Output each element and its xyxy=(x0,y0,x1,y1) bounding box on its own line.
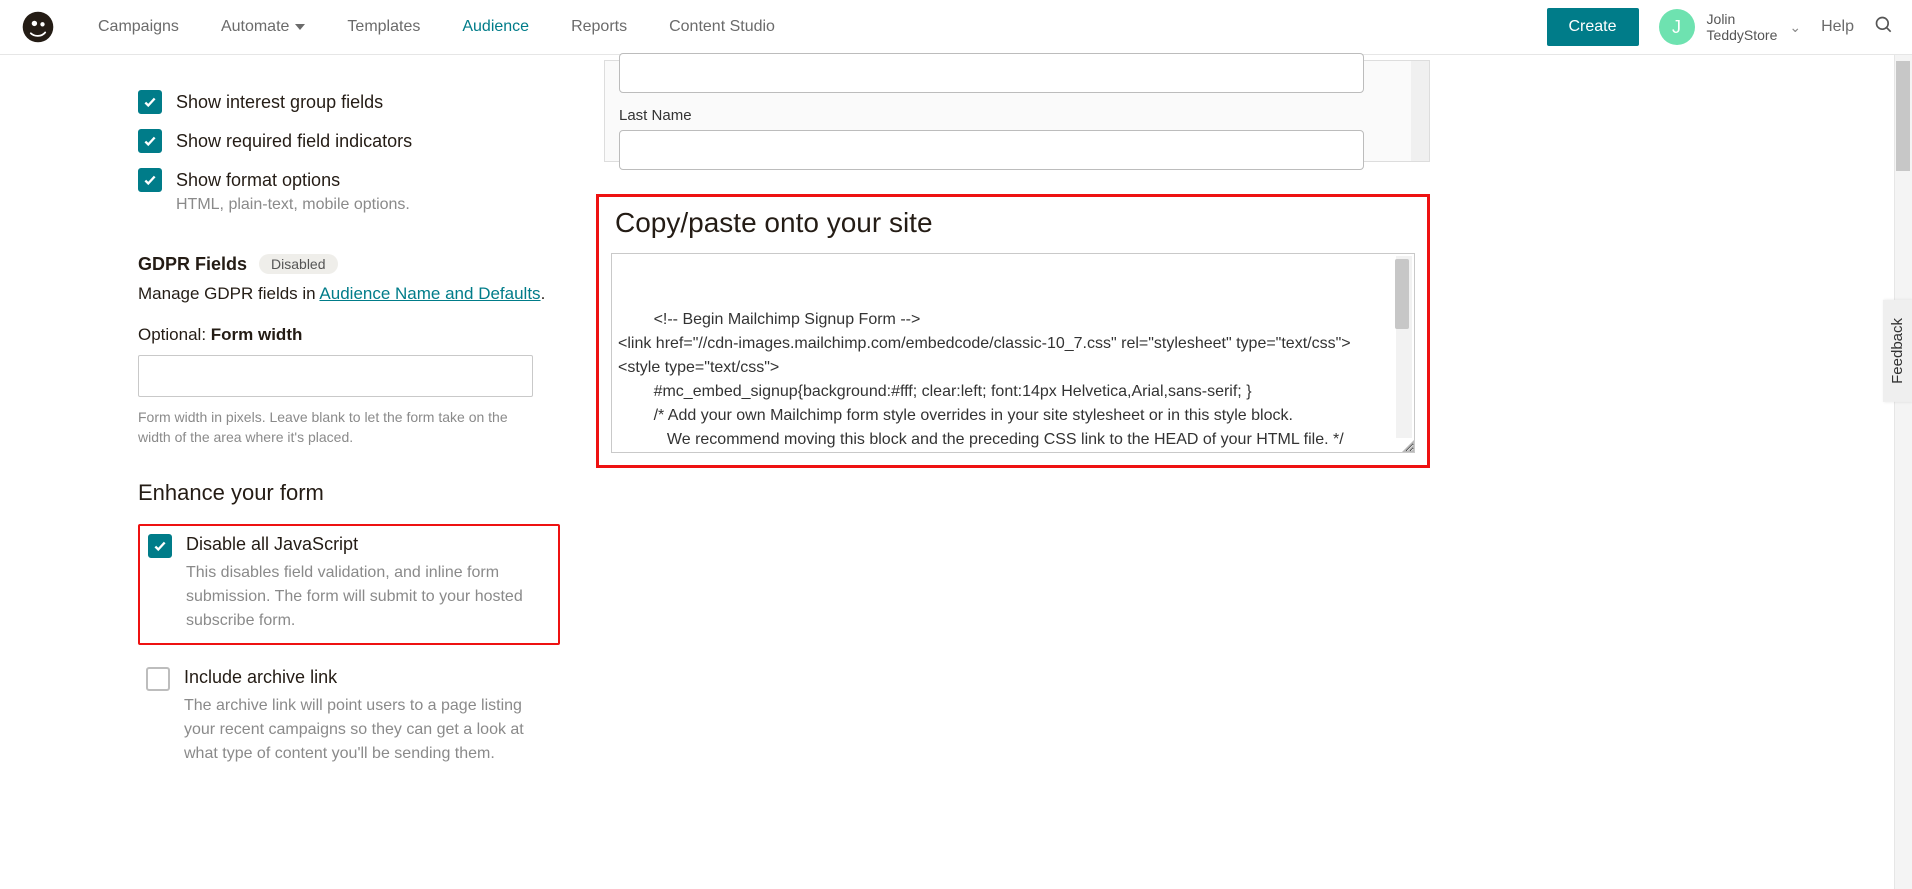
top-nav: Campaigns Automate Templates Audience Re… xyxy=(0,0,1912,55)
enhance-title: Enhance your form xyxy=(138,480,560,506)
option-archive-link[interactable]: Include archive link The archive link wi… xyxy=(138,659,560,776)
preview-lastname-input[interactable] xyxy=(619,130,1364,170)
feedback-tab[interactable]: Feedback xyxy=(1883,300,1912,402)
checkbox-checked-icon[interactable] xyxy=(138,168,162,192)
user-name: Jolin xyxy=(1707,11,1778,27)
chevron-down-icon xyxy=(295,24,305,30)
preview-input[interactable] xyxy=(619,53,1364,93)
option-label: Include archive link xyxy=(184,667,552,688)
checkbox-checked-icon[interactable] xyxy=(138,90,162,114)
avatar: J xyxy=(1659,9,1695,45)
audience-defaults-link[interactable]: Audience Name and Defaults xyxy=(319,284,540,303)
nav-templates[interactable]: Templates xyxy=(347,18,420,36)
preview-lastname-label: Last Name xyxy=(619,107,1415,124)
option-description: This disables field validation, and inli… xyxy=(186,561,550,633)
form-width-label-a: Optional: xyxy=(138,325,211,344)
option-label: Disable all JavaScript xyxy=(186,534,550,555)
nav-content-studio[interactable]: Content Studio xyxy=(669,18,775,36)
option-label: Show format options xyxy=(176,168,410,193)
user-menu[interactable]: J Jolin TeddyStore ⌄ xyxy=(1659,9,1802,45)
primary-nav: Campaigns Automate Templates Audience Re… xyxy=(98,18,775,36)
page-scrollbar[interactable] xyxy=(1894,55,1912,889)
chevron-down-icon: ⌄ xyxy=(1789,19,1801,36)
checkbox-checked-icon[interactable] xyxy=(148,534,172,558)
option-format-options[interactable]: Show format options HTML, plain-text, mo… xyxy=(138,168,560,213)
gdpr-title: GDPR Fields xyxy=(138,254,247,275)
form-width-label: Optional: Form width xyxy=(138,325,560,345)
gdpr-text: Manage GDPR fields in Audience Name and … xyxy=(138,281,560,307)
gdpr-status-badge: Disabled xyxy=(259,254,337,274)
gdpr-text-b: . xyxy=(541,284,546,303)
user-store: TeddyStore xyxy=(1707,27,1778,43)
option-description: The archive link will point users to a p… xyxy=(184,694,552,766)
form-preview: Last Name xyxy=(604,60,1430,162)
nav-automate-label: Automate xyxy=(221,18,289,36)
create-button[interactable]: Create xyxy=(1547,8,1639,46)
embed-code-textarea[interactable]: <!-- Begin Mailchimp Signup Form --> <li… xyxy=(611,253,1415,453)
nav-campaigns[interactable]: Campaigns xyxy=(98,18,179,36)
checkbox-unchecked-icon[interactable] xyxy=(146,667,170,691)
search-icon[interactable] xyxy=(1874,15,1894,39)
form-width-input[interactable] xyxy=(138,355,533,397)
form-width-label-b: Form width xyxy=(211,325,303,344)
preview-scrollbar[interactable] xyxy=(1411,61,1429,161)
nav-audience[interactable]: Audience xyxy=(462,18,529,36)
option-disable-js[interactable]: Disable all JavaScript This disables fie… xyxy=(138,524,560,645)
nav-automate[interactable]: Automate xyxy=(221,18,305,36)
option-sublabel: HTML, plain-text, mobile options. xyxy=(176,196,410,214)
embed-code-text: <!-- Begin Mailchimp Signup Form --> <li… xyxy=(618,311,1380,453)
code-title: Copy/paste onto your site xyxy=(611,207,1415,239)
code-panel: Copy/paste onto your site <!-- Begin Mai… xyxy=(596,194,1430,468)
checkbox-checked-icon[interactable] xyxy=(138,129,162,153)
gdpr-text-a: Manage GDPR fields in xyxy=(138,284,319,303)
form-width-hint: Form width in pixels. Leave blank to let… xyxy=(138,407,538,448)
logo[interactable] xyxy=(18,7,58,47)
option-label: Show interest group fields xyxy=(176,90,383,115)
nav-reports[interactable]: Reports xyxy=(571,18,627,36)
option-required-indicators[interactable]: Show required field indicators xyxy=(138,129,560,154)
user-info: Jolin TeddyStore xyxy=(1707,11,1778,43)
option-label: Show required field indicators xyxy=(176,129,412,154)
option-interest-groups[interactable]: Show interest group fields xyxy=(138,90,560,115)
code-scrollbar[interactable] xyxy=(1396,256,1412,438)
help-link[interactable]: Help xyxy=(1821,18,1854,36)
